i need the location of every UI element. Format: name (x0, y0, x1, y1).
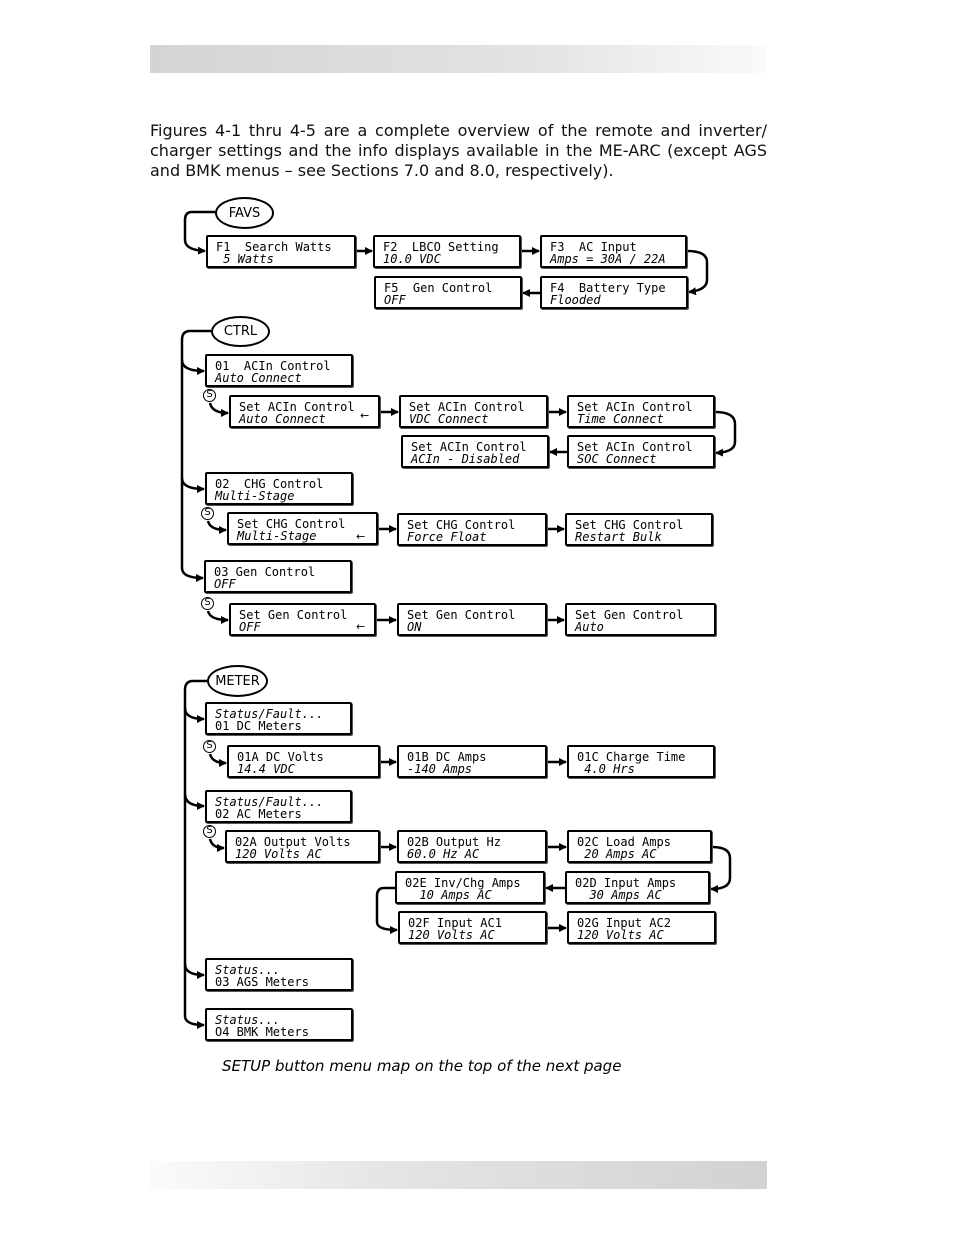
menu-box-acin1: Set ACIn Control Auto Connect (229, 395, 380, 428)
box-value: Multi-Stage (215, 489, 295, 503)
box-value: 5 Watts (216, 252, 274, 266)
menu-box-acin5: Set ACIn Control ACIn - Disabled (401, 435, 549, 468)
box-value: 4.0 Hrs (577, 762, 635, 776)
setup-s-icon: S (203, 825, 216, 838)
box-value: 30 Amps AC (575, 888, 662, 902)
setup-s-icon: S (203, 740, 216, 753)
menu-box-f4: F4 Battery Type Flooded (540, 276, 688, 309)
box-value: 120 Volts AC (235, 847, 322, 861)
oval-ctrl: CTRL (211, 316, 270, 347)
menu-box-gen1: Set Gen Control OFF (229, 603, 376, 636)
setup-s-icon: S (201, 507, 214, 520)
box-value: Multi-Stage (237, 529, 317, 543)
menu-box-m02: Status/Fault... 02 AC Meters (205, 790, 352, 823)
box-value: 20 Amps AC (577, 847, 657, 861)
box-value: OFF (384, 293, 406, 307)
box-value: Force Float (407, 530, 487, 544)
back-arrow-icon: ← (356, 530, 366, 543)
menu-box-m01: Status/Fault... 01 DC Meters (205, 702, 352, 735)
menu-box-m02b: 02B Output Hz 60.0 Hz AC (397, 830, 547, 863)
menu-box-m01a: 01A DC Volts 14.4 VDC (227, 745, 380, 778)
menu-box-m03: Status... 03 AGS Meters (205, 958, 353, 991)
box-value: ACIn - Disabled (411, 452, 520, 466)
menu-box-f1: F1 Search Watts 5 Watts (206, 235, 356, 268)
box-value: Flooded (550, 293, 601, 307)
box-value: 10 Amps AC (405, 888, 492, 902)
box-value: 02 AC Meters (215, 807, 302, 821)
menu-box-m02f: 02F Input AC1 120 Volts AC (398, 911, 547, 944)
box-value: O4 BMK Meters (215, 1025, 309, 1039)
menu-box-f5: F5 Gen Control OFF (374, 276, 522, 309)
oval-meter: METER (207, 665, 268, 697)
menu-box-chg2: Set CHG Control Force Float (397, 513, 547, 546)
box-value: 01 DC Meters (215, 719, 302, 733)
menu-box-m02d: 02D Input Amps 30 Amps AC (565, 871, 710, 904)
menu-box-c01: 01 ACIn Control Auto Connect (205, 354, 353, 387)
menu-box-acin3: Set ACIn Control Time Connect (567, 395, 715, 428)
menu-box-m04: Status... O4 BMK Meters (205, 1008, 353, 1041)
box-value: Auto Connect (215, 371, 302, 385)
menu-box-m02c: 02C Load Amps 20 Amps AC (567, 830, 712, 863)
box-title: Set Gen Control (407, 608, 516, 622)
oval-favs: FAVS (215, 197, 274, 229)
box-value: -140 Amps (407, 762, 473, 776)
menu-box-m01c: 01C Charge Time 4.0 Hrs (567, 745, 715, 778)
menu-box-m02g: 02G Input AC2 120 Volts AC (567, 911, 716, 944)
box-value: Restart Bulk (575, 530, 662, 544)
back-arrow-icon: ← (356, 620, 366, 633)
menu-box-c03: 03 Gen Control OFF (204, 560, 352, 593)
menu-box-m02a: 02A Output Volts 120 Volts AC (225, 830, 380, 863)
box-value: Auto Connect (239, 412, 326, 426)
box-value: ON (407, 620, 422, 634)
box-value: Amps = 30A / 22A (550, 252, 666, 266)
box-value: 60.0 Hz AC (407, 847, 480, 861)
menu-box-m01b: 01B DC Amps -140 Amps (397, 745, 547, 778)
menu-box-gen3: Set Gen Control Auto (565, 603, 716, 636)
menu-box-acin4: Set ACIn Control SOC Connect (567, 435, 715, 468)
caption: SETUP button menu map on the top of the … (222, 1057, 622, 1075)
setup-s-icon: S (203, 389, 216, 402)
box-value: 120 Volts AC (577, 928, 664, 942)
box-value: OFF (239, 620, 261, 634)
menu-box-gen2: Set Gen Control ON (397, 603, 547, 636)
menu-box-chg3: Set CHG Control Restart Bulk (565, 513, 713, 546)
box-value: VDC Connect (409, 412, 489, 426)
menu-box-f2: F2 LBCO Setting 10.0 VDC (373, 235, 521, 268)
box-value: OFF (214, 577, 236, 591)
box-value: Auto (575, 620, 604, 634)
box-value: 03 AGS Meters (215, 975, 309, 989)
box-value: 120 Volts AC (408, 928, 495, 942)
box-value: Time Connect (577, 412, 664, 426)
menu-box-f3: F3 AC Input Amps = 30A / 22A (540, 235, 687, 268)
box-value: 10.0 VDC (383, 252, 441, 266)
setup-s-icon: S (201, 597, 214, 610)
box-value: 14.4 VDC (237, 762, 295, 776)
menu-box-c02: 02 CHG Control Multi-Stage (205, 472, 353, 505)
box-value: SOC Connect (577, 452, 657, 466)
back-arrow-icon: ← (360, 409, 370, 422)
menu-box-acin2: Set ACIn Control VDC Connect (399, 395, 548, 428)
menu-box-m02e: 02E Inv/Chg Amps 10 Amps AC (395, 871, 545, 904)
footer-bar (150, 1161, 767, 1189)
